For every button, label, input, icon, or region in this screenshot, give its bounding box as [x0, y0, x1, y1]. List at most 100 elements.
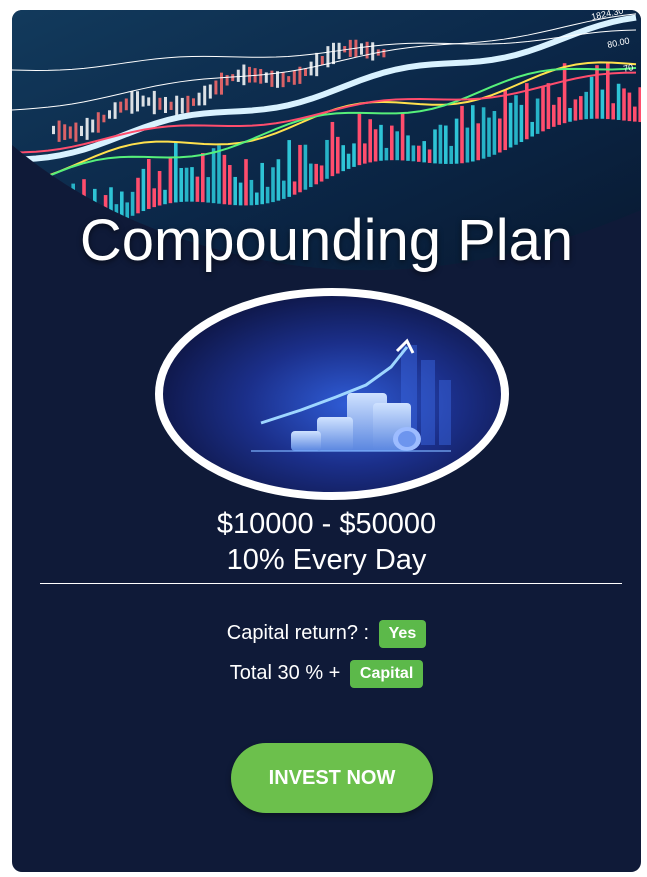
- capital-badge: Capital: [349, 659, 424, 688]
- hero-candle: [382, 49, 386, 58]
- hero-volume-bar: [255, 192, 259, 205]
- hero-candle: [108, 110, 111, 119]
- hero-volume-bar: [163, 189, 167, 205]
- hero-candle: [197, 92, 201, 106]
- daily-rate: 10% Every Day: [226, 544, 427, 576]
- total-return-row: Total 30 % + Capital: [12, 658, 641, 688]
- hero-volume-bar: [606, 62, 610, 120]
- hero-volume-bar: [417, 145, 421, 162]
- hero-candle: [360, 43, 363, 55]
- hero-volume-bar: [222, 154, 227, 205]
- hero-volume-bar: [514, 95, 518, 145]
- hero-candle: [231, 74, 235, 82]
- hero-volume-bar: [535, 98, 540, 134]
- hero-volume-bar: [411, 145, 416, 162]
- hero-volume-bar: [260, 162, 264, 205]
- hero-volume-bar: [530, 121, 534, 137]
- hero-volume-bar: [379, 124, 383, 161]
- hero-candle: [186, 95, 190, 113]
- hero-volume-bar: [249, 179, 254, 206]
- investment-range: $10000 - $50000: [216, 508, 437, 540]
- hero-volume-bar: [179, 168, 183, 202]
- hero-volume-bar: [282, 180, 286, 199]
- hero-candle: [124, 98, 128, 111]
- hero-volume-bar: [314, 163, 318, 185]
- hero-tick-label-3: 70: [622, 62, 634, 74]
- hero-candle: [147, 97, 151, 106]
- hero-volume-bar: [384, 147, 389, 161]
- hero-volume-bar: [454, 118, 459, 164]
- hero-volume-bar: [471, 105, 475, 162]
- hero-candle: [80, 125, 83, 137]
- hero-candle: [309, 61, 313, 76]
- hero-candle: [281, 72, 285, 88]
- hero-volume-bar: [168, 157, 173, 204]
- hero-volume-bar: [449, 145, 453, 164]
- hero-volume-bar: [627, 92, 632, 122]
- hero-candle: [175, 95, 179, 117]
- hero-candle: [141, 95, 145, 107]
- hero-volume-bar: [600, 89, 605, 119]
- hero-volume-bar: [541, 86, 545, 132]
- hero-candle: [270, 70, 274, 87]
- hero-volume-bar: [400, 112, 405, 161]
- hero-candle: [57, 120, 61, 142]
- hero-volume-bar: [481, 107, 486, 159]
- hero-volume-bar: [568, 108, 572, 122]
- hero-volume-bar: [325, 139, 329, 179]
- coins-growth-graphic: [155, 288, 509, 500]
- hero-volume-bar: [238, 182, 243, 206]
- hero-candle: [248, 66, 251, 83]
- hero-candle: [287, 76, 291, 83]
- hero-volume-bar: [368, 119, 372, 163]
- hero-volume-bar: [622, 88, 626, 121]
- hero-volume-bar: [265, 186, 270, 204]
- hero-candle: [74, 122, 78, 142]
- hero-volume-bar: [352, 143, 356, 167]
- hero-volume-bar: [174, 142, 178, 203]
- hero-volume-bar: [487, 117, 491, 157]
- hero-volume-bar: [298, 144, 302, 193]
- hero-candle: [85, 117, 89, 140]
- hero-candle: [91, 119, 95, 133]
- hero-candle: [63, 124, 67, 140]
- hero-candle: [119, 101, 123, 113]
- hero-candle: [102, 114, 106, 123]
- hero-volume-bar: [357, 113, 362, 166]
- hero-volume-bar: [373, 129, 378, 162]
- hero-volume-bar: [519, 104, 524, 143]
- hero-volume-bar: [341, 145, 345, 172]
- hero-volume-bar: [492, 111, 497, 155]
- hero-candle: [130, 91, 134, 114]
- hero-volume-bar: [195, 176, 200, 202]
- plan-card: 1824.30 80.00 70 Compounding Plan $10000…: [12, 10, 641, 872]
- hero-volume-bar: [465, 127, 470, 163]
- hero-candle: [315, 52, 319, 77]
- hero-candle: [152, 90, 156, 115]
- hero-volume-bar: [503, 89, 507, 151]
- hero-volume-bar: [217, 145, 221, 204]
- hero-volume-bar: [438, 124, 443, 164]
- hero-volume-bar: [152, 188, 156, 208]
- hero-volume-bar: [228, 165, 232, 205]
- invest-now-button[interactable]: INVEST NOW: [231, 743, 433, 813]
- hero-candle: [180, 97, 184, 114]
- hero-candle: [242, 64, 246, 86]
- hero-volume-bar: [390, 125, 394, 161]
- hero-volume-bar: [562, 63, 567, 124]
- hero-volume-bar: [211, 148, 216, 204]
- hero-volume-bar: [287, 140, 291, 197]
- hero-volume-bar: [552, 104, 556, 127]
- hero-volume-bar: [422, 141, 426, 163]
- hero-volume-bar: [460, 105, 464, 164]
- hero-volume-bar: [406, 135, 410, 161]
- hero-volume-bar: [303, 144, 308, 190]
- hero-candle: [113, 102, 117, 119]
- hero-volume-bar: [271, 167, 275, 203]
- hero-volume-bar: [395, 131, 399, 161]
- hero-volume-bar: [190, 167, 194, 202]
- hero-volume-bar: [638, 87, 641, 123]
- hero-volume-bar: [292, 181, 297, 195]
- hero-volume-bar: [611, 103, 615, 120]
- hero-volume-bar: [633, 106, 637, 122]
